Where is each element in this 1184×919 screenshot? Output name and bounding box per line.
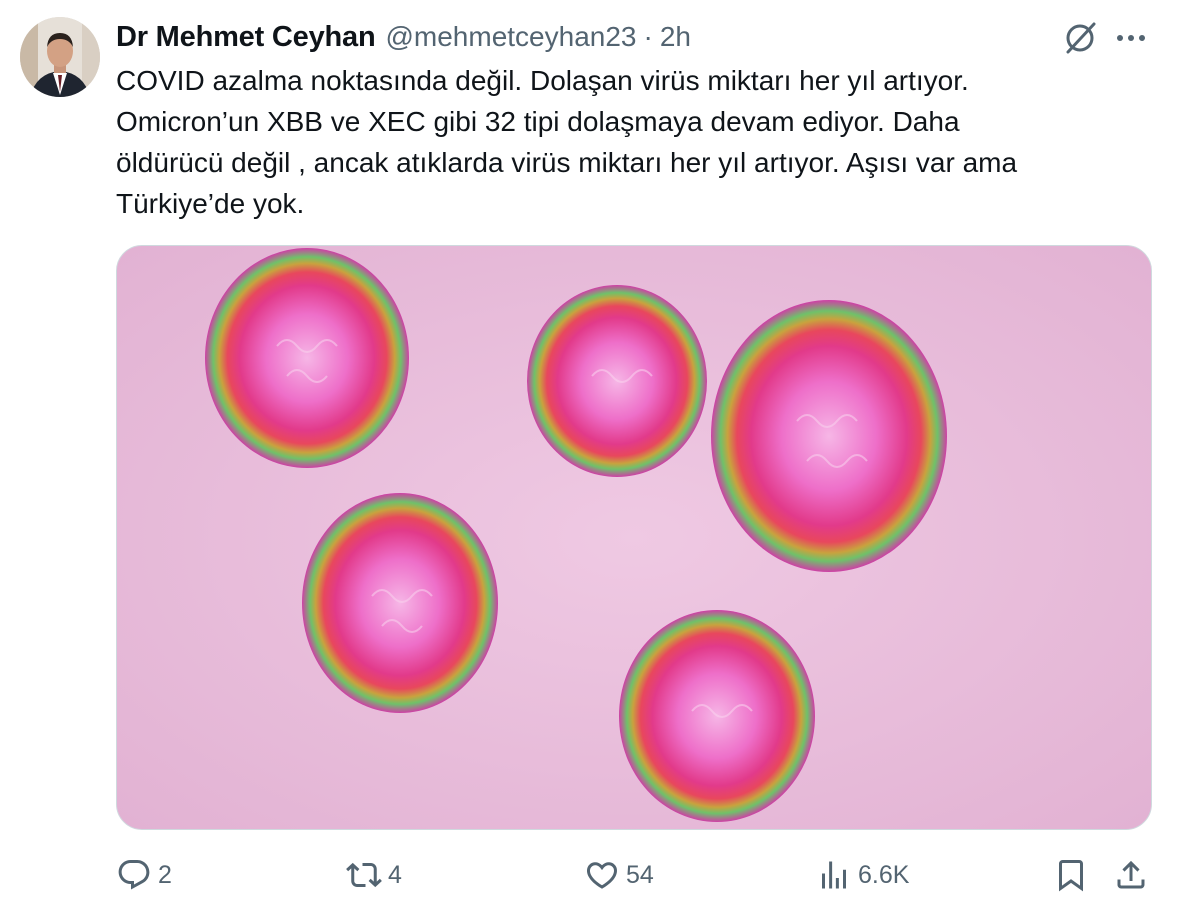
repost-icon (346, 862, 382, 888)
reply-icon (118, 860, 150, 890)
bookmark-button[interactable] (1053, 850, 1089, 900)
tweet: Dr Mehmet Ceyhan @mehmetceyhan23 · 2h CO… (0, 0, 1184, 919)
reply-button[interactable]: 2 (116, 850, 172, 900)
author-handle[interactable]: @mehmetceyhan23 (385, 21, 636, 53)
like-count: 54 (626, 860, 654, 889)
separator-dot: · (643, 21, 653, 52)
tweet-text: COVID azalma noktasında değil. Dolaşan v… (116, 60, 1156, 224)
action-bar: 2 4 54 6.6K (0, 850, 1184, 900)
tweet-header: Dr Mehmet Ceyhan @mehmetceyhan23 · 2h (116, 18, 691, 56)
author-name[interactable]: Dr Mehmet Ceyhan (116, 21, 376, 54)
share-button[interactable] (1113, 850, 1149, 900)
views-icon (822, 861, 846, 889)
tweet-media[interactable] (116, 245, 1152, 830)
views-count: 6.6K (858, 860, 910, 889)
heart-icon (586, 862, 618, 889)
repost-button[interactable]: 4 (346, 850, 402, 900)
views-button[interactable]: 6.6K (816, 850, 909, 900)
virus-micrograph-image (117, 246, 1151, 829)
avatar[interactable] (20, 17, 100, 97)
repost-count: 4 (388, 860, 402, 889)
tweet-text-line: COVID azalma noktasında değil. Dolaşan v… (116, 65, 969, 96)
avatar-photo (20, 17, 100, 97)
like-button[interactable]: 54 (584, 850, 654, 900)
share-icon (1117, 860, 1145, 889)
bookmark-icon (1059, 860, 1083, 892)
reply-count: 2 (158, 860, 172, 889)
tweet-text-line: Türkiye’de yok. (116, 188, 305, 219)
tweet-text-line: öldürücü değil , ancak atıklarda virüs m… (116, 147, 1018, 178)
more-icon[interactable] (1112, 22, 1150, 54)
grok-icon[interactable] (1061, 19, 1099, 57)
tweet-text-line: Omicron’un XBB ve XEC gibi 32 tipi dolaş… (116, 106, 960, 137)
timestamp[interactable]: 2h (660, 21, 691, 53)
